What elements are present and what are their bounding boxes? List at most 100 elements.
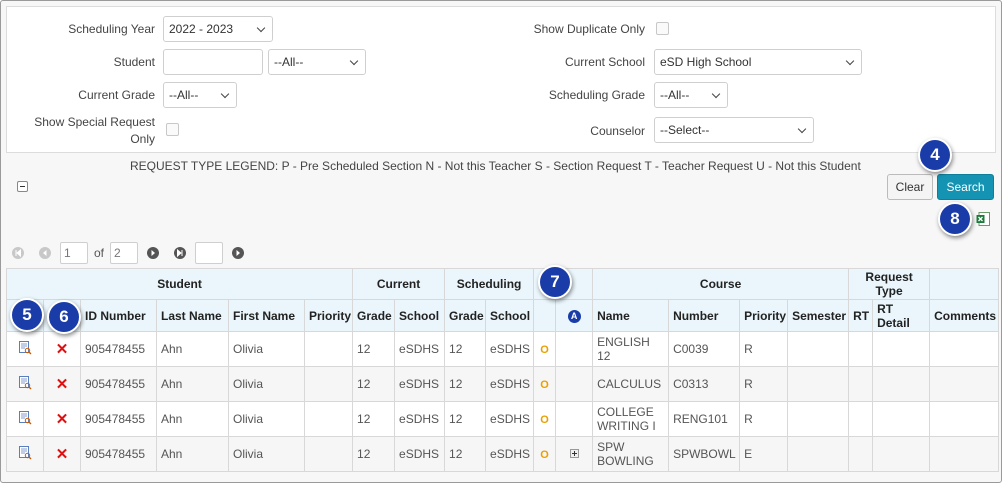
delete-x-icon[interactable]: ✕ [56, 411, 69, 428]
clear-button[interactable]: Clear [887, 174, 933, 200]
student-select-value: --All-- [274, 55, 304, 69]
last-page-icon[interactable] [174, 247, 186, 259]
comments [929, 436, 1000, 472]
group-course: Course [592, 268, 850, 300]
delete-cell: ✕ [43, 401, 81, 437]
first-page-icon[interactable] [12, 247, 24, 259]
col-first-name[interactable]: First Name [228, 299, 305, 332]
rt-detail [872, 436, 931, 472]
current-school-label: Current School [564, 55, 645, 69]
callout-4: 4 [918, 138, 952, 172]
col-current-school[interactable]: School [394, 299, 446, 332]
scheduling-school: eSDHS [485, 436, 535, 472]
col-course-name[interactable]: Name [592, 299, 670, 332]
alternate-a-icon: A [567, 310, 581, 323]
callout-6: 6 [47, 300, 81, 334]
expand-plus-icon[interactable] [569, 449, 579, 458]
view-detail-icon[interactable] [18, 445, 32, 460]
scheduling-year-select[interactable]: 2022 - 2023 [163, 16, 273, 42]
rt-detail [872, 331, 931, 367]
semester [787, 436, 850, 472]
scheduling-grade-label: Scheduling Grade [548, 88, 645, 102]
o-status-mark: O [540, 449, 549, 461]
current-school: eSDHS [394, 436, 446, 472]
course-name-line2: WRITING I [597, 419, 656, 433]
view-detail-icon[interactable] [18, 340, 32, 355]
priority [303, 436, 354, 472]
counselor-value: --Select-- [660, 123, 710, 137]
page-number-input[interactable]: 1 [60, 242, 88, 264]
view-detail-icon[interactable] [18, 375, 32, 390]
course-number: RENG101 [668, 401, 741, 437]
course-name-line2: 12 [597, 349, 611, 363]
search-button[interactable]: Search [937, 174, 994, 200]
scheduling-grade: 12 [444, 366, 487, 402]
group-scheduling: Scheduling [444, 268, 535, 300]
alternate-cell [555, 331, 594, 367]
course-name-line1: SPW [597, 440, 625, 454]
view-detail-icon[interactable] [18, 410, 32, 425]
course-name-line1: CALCULUS [597, 377, 662, 391]
current-school-select[interactable]: eSD High School [654, 49, 862, 75]
o-status-mark: O [540, 414, 549, 426]
col-scheduling-school[interactable]: School [485, 299, 535, 332]
rt [848, 331, 874, 367]
semester [787, 401, 850, 437]
scheduling-school: eSDHS [485, 401, 535, 437]
current-grade-select[interactable]: --All-- [163, 82, 237, 108]
course-name-line2: BOWLING [597, 454, 654, 468]
first-name: Olivia [228, 401, 305, 437]
rt [848, 366, 874, 402]
special-request-checkbox[interactable] [166, 123, 179, 136]
excel-export-icon[interactable] [976, 212, 990, 226]
col-current-grade[interactable]: Grade [352, 299, 396, 332]
previous-page-icon[interactable] [39, 247, 51, 259]
col-course-number[interactable]: Number [668, 299, 741, 332]
course-number: C0313 [668, 366, 741, 402]
collapse-filter-button[interactable] [17, 181, 28, 192]
col-comments[interactable]: Comments [929, 299, 1000, 332]
last-name: Ahn [156, 366, 229, 402]
view-cell [6, 366, 44, 402]
table-row: ✕ 905478455 Ahn Olivia 12 eSDHS 12 eSDHS… [6, 436, 1000, 472]
special-request-label-line2: Only [130, 132, 155, 146]
col-course-priority[interactable]: Priority [739, 299, 789, 332]
course-name: CALCULUS [592, 366, 670, 402]
priority [303, 366, 354, 402]
scheduling-grade: 12 [444, 436, 487, 472]
first-name: Olivia [228, 436, 305, 472]
course-name: SPW BOWLING [592, 436, 670, 472]
student-select[interactable]: --All-- [268, 49, 366, 75]
col-id-number[interactable]: ID Number [80, 299, 157, 332]
col-rt-detail[interactable]: RT Detail [872, 299, 931, 332]
rt [848, 436, 874, 472]
delete-x-icon[interactable]: ✕ [56, 341, 69, 358]
col-scheduling-grade[interactable]: Grade [444, 299, 487, 332]
scheduling-grade: 12 [444, 331, 487, 367]
delete-x-icon[interactable]: ✕ [56, 446, 69, 463]
group-current: Current [352, 268, 446, 300]
delete-x-icon[interactable]: ✕ [56, 376, 69, 393]
go-page-icon[interactable] [232, 247, 244, 259]
current-grade: 12 [352, 331, 396, 367]
o-status-mark: O [540, 379, 549, 391]
scheduling-grade-select[interactable]: --All-- [654, 82, 728, 108]
current-school-value: eSD High School [660, 55, 752, 69]
page-size-input[interactable] [195, 242, 223, 264]
col-last-name[interactable]: Last Name [156, 299, 229, 332]
next-page-icon[interactable] [147, 247, 159, 259]
id-number: 905478455 [80, 331, 157, 367]
col-rt[interactable]: RT [848, 299, 874, 332]
chevron-down-icon [349, 56, 359, 66]
o-status-cell: O [533, 331, 557, 367]
callout-5: 5 [10, 298, 44, 332]
col-semester[interactable]: Semester [787, 299, 850, 332]
delete-cell: ✕ [43, 366, 81, 402]
chevron-down-icon [220, 89, 230, 99]
counselor-select[interactable]: --Select-- [654, 117, 814, 143]
show-duplicate-checkbox[interactable] [656, 22, 669, 35]
current-grade: 12 [352, 401, 396, 437]
student-input[interactable] [163, 49, 263, 75]
chevron-down-icon [797, 124, 807, 134]
col-priority[interactable]: Priority [303, 299, 354, 332]
